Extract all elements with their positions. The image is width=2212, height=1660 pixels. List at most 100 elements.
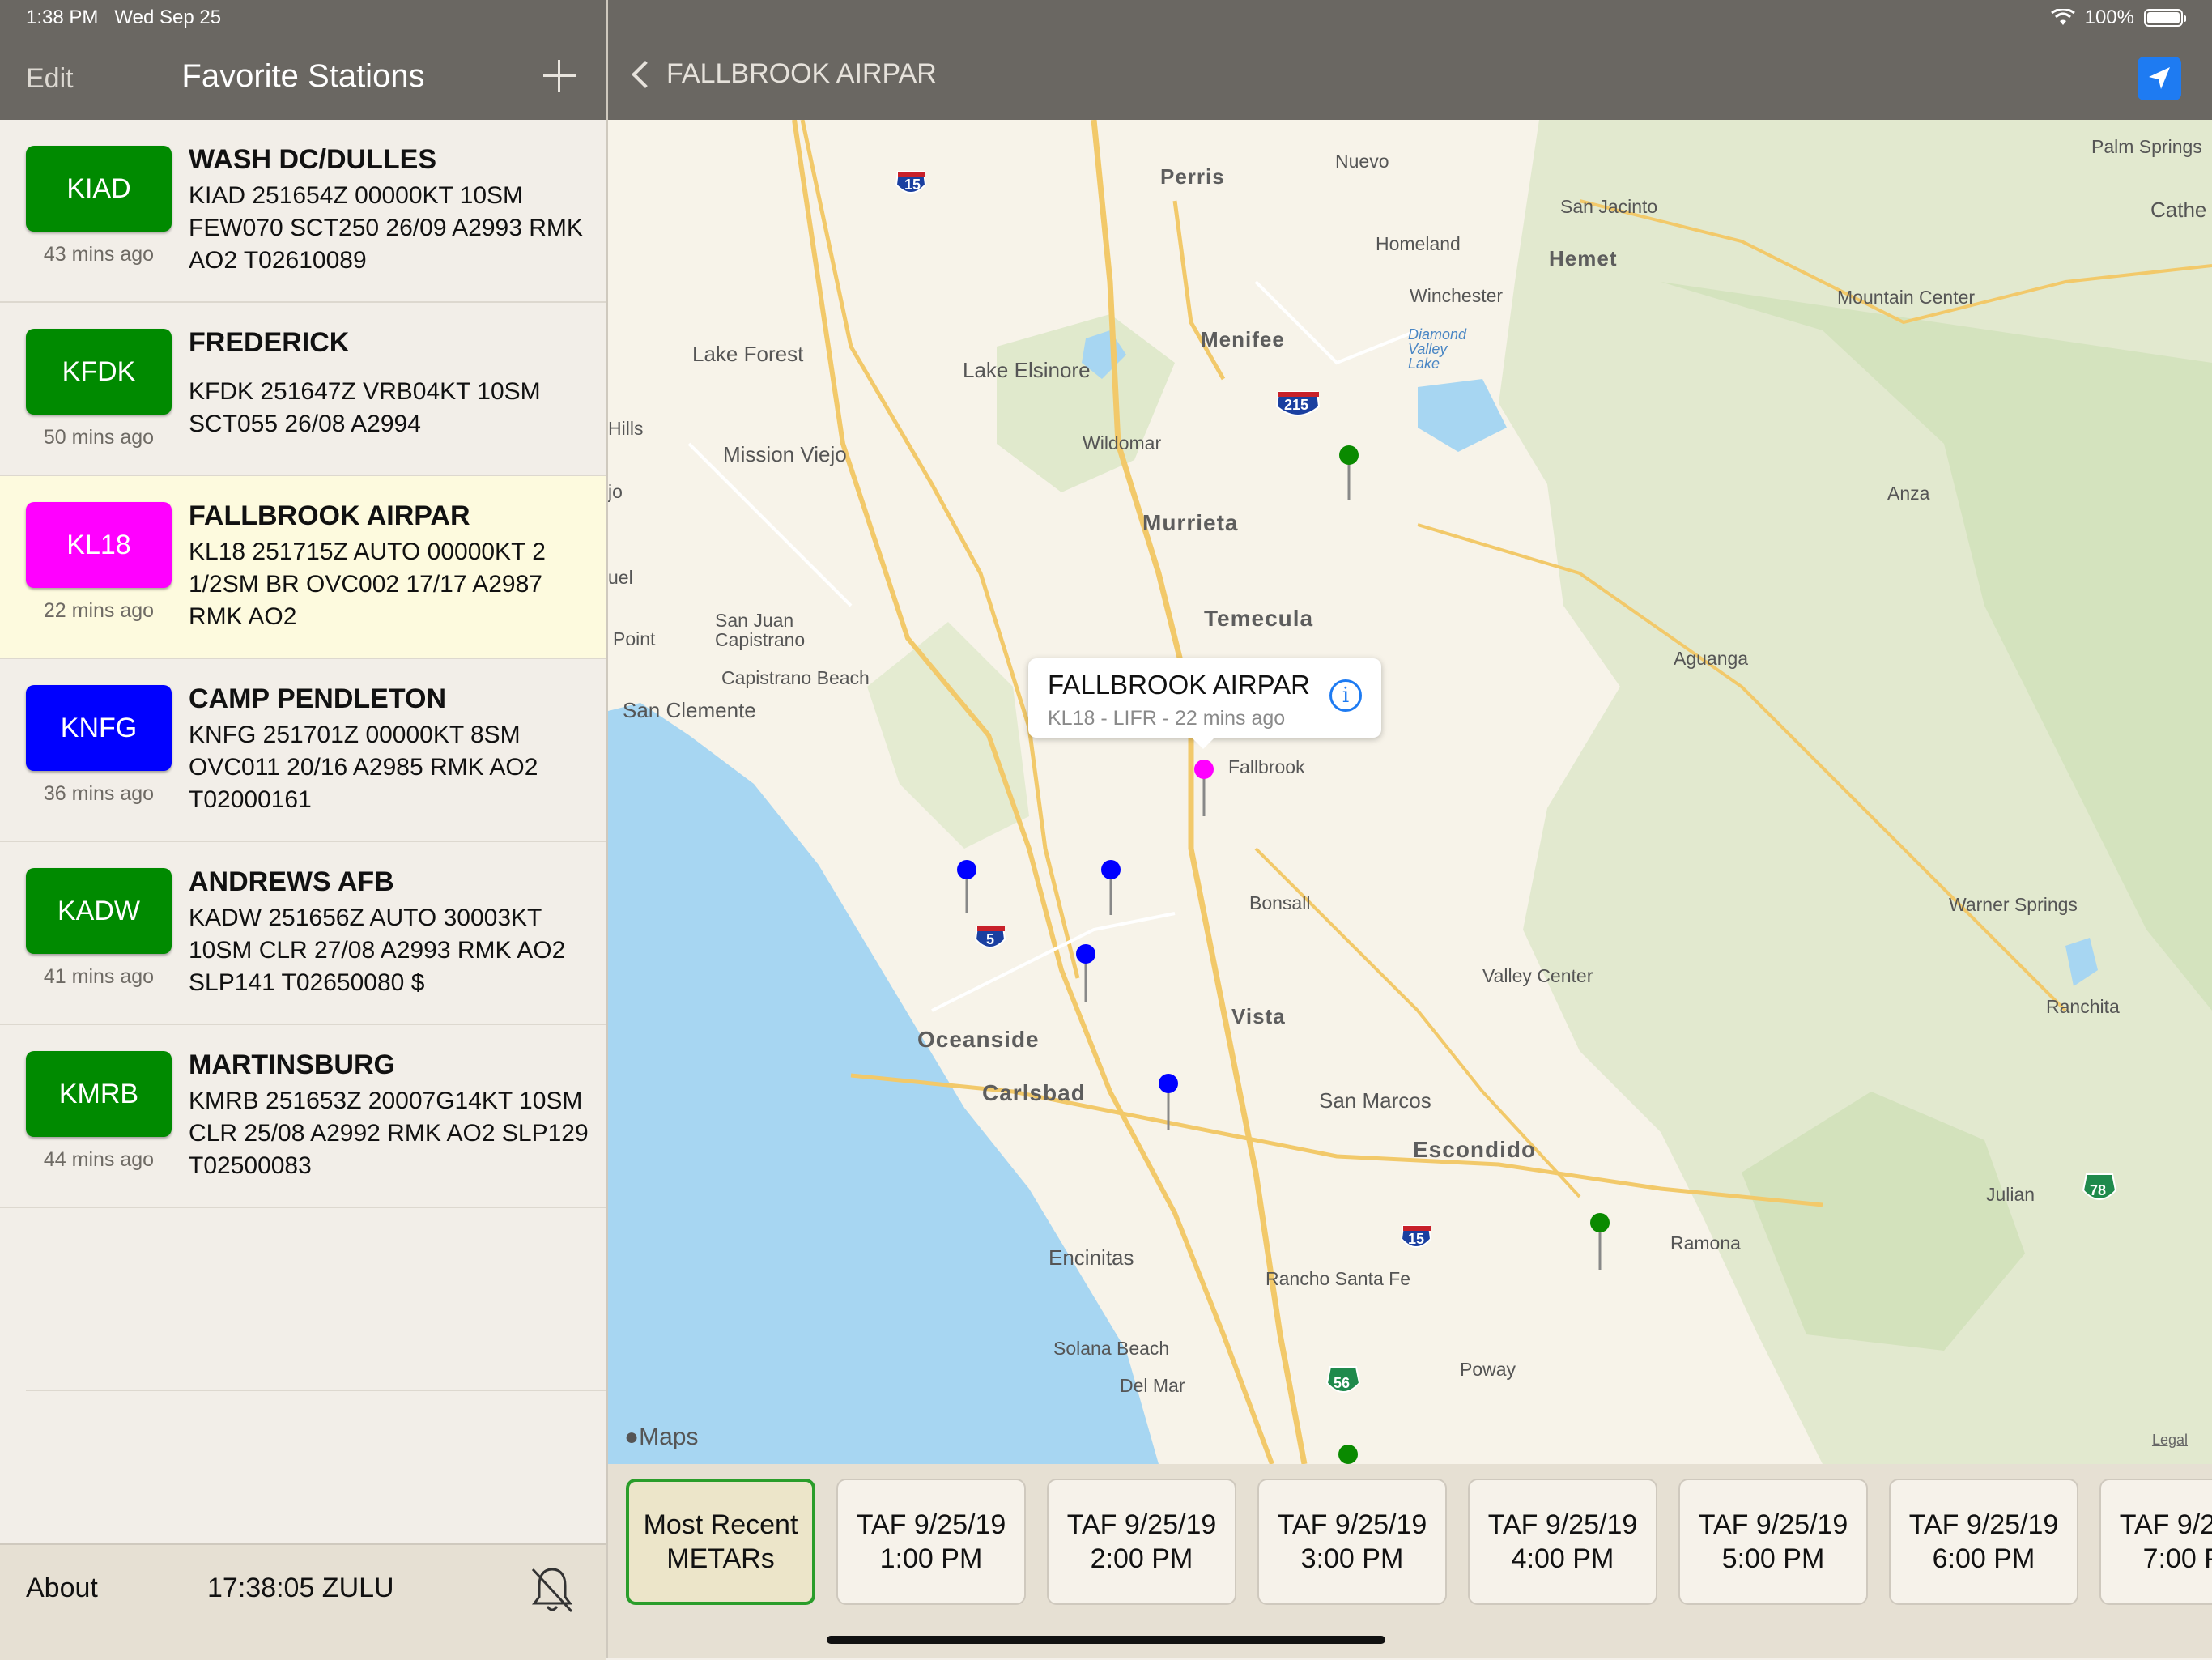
station-metar: KNFG 251701Z 00000KT 8SM OVC011 20/16 A2… — [189, 721, 538, 813]
map-label-fallbrook: Fallbrook — [1228, 756, 1305, 777]
plus-icon[interactable] — [543, 60, 576, 92]
most-recent-metars-button[interactable]: Most Recent METARs — [626, 1479, 815, 1605]
taf-button[interactable]: TAF 9/25/19 2:00 PM — [1047, 1479, 1236, 1605]
map-label-aguanga: Aguanga — [1674, 648, 1749, 669]
map-label-del-mar: Del Mar — [1120, 1375, 1185, 1396]
station-name: FALLBROOK AIRPAR — [189, 500, 470, 531]
map-pin-green-1[interactable] — [1339, 445, 1359, 500]
map-label-san-clemente: San Clemente — [623, 698, 756, 722]
map-pin-green-3[interactable] — [1338, 1445, 1358, 1464]
station-metar: KIAD 251654Z 00000KT 10SM FEW070 SCT250 … — [189, 182, 583, 274]
station-badge: KNFG — [26, 685, 172, 771]
map-label-lake-forest: Lake Forest — [692, 342, 804, 366]
station-metar: KADW 251656Z AUTO 30003KT 10SM CLR 27/08… — [189, 904, 566, 996]
r78-label: 78 — [2090, 1182, 2107, 1198]
chevron-left-icon — [632, 60, 659, 88]
map-pin-blue-3[interactable] — [1076, 944, 1095, 1002]
battery-percent: 100% — [2084, 6, 2134, 28]
map-label-rancho-santa-fe: Rancho Santa Fe — [1266, 1268, 1411, 1289]
legal-link[interactable]: Legal — [2152, 1432, 2188, 1449]
map-label-san-juan-capistrano: San Juan Capistrano — [715, 610, 806, 650]
map-label-mountain-center: Mountain Center — [1837, 287, 1976, 308]
bell-slash-icon[interactable] — [528, 1564, 576, 1616]
map-label-ranchita: Ranchita — [2046, 996, 2120, 1017]
status-bar: 1:38 PM Wed Sep 25 100% — [0, 0, 2212, 39]
station-row[interactable]: KNFG 36 mins ago CAMP PENDLETON KNFG 251701… — [0, 659, 606, 842]
callout-subtitle: KL18 - LIFR - 22 mins ago — [1048, 707, 1286, 730]
station-callout[interactable]: FALLBROOK AIRPAR KL18 - LIFR - 22 mins a… — [1028, 658, 1381, 749]
map-pin-kl18[interactable] — [1194, 760, 1214, 816]
map-label-anza: Anza — [1887, 483, 1930, 504]
map-view[interactable]: 15 215 5 15 78 56 Perris Nuevo Palm Spri… — [608, 120, 2212, 1464]
station-row[interactable]: KFDK 50 mins ago FREDERICK KFDK 251647Z VRB… — [0, 303, 606, 476]
station-age: 44 mins ago — [43, 1148, 155, 1171]
i15-north-label: 15 — [904, 177, 921, 193]
map-label-hemet: Hemet — [1549, 246, 1618, 270]
map-label-homeland: Homeland — [1376, 233, 1461, 254]
map-label-carlsbad: Carlsbad — [982, 1080, 1086, 1105]
taf-button[interactable]: TAF 9/25/19 3:00 PM — [1257, 1479, 1447, 1605]
map-label-wildomar: Wildomar — [1083, 432, 1162, 453]
station-badge: KL18 — [26, 502, 172, 588]
map-label-julian: Julian — [1986, 1184, 2035, 1205]
station-badge: KIAD — [26, 146, 172, 232]
battery-icon — [2144, 9, 2186, 27]
zulu-clock: 17:38:05 ZULU — [207, 1573, 394, 1603]
station-age: 43 mins ago — [43, 243, 155, 266]
map-label-point: Point — [613, 628, 656, 649]
map-label-uel: uel — [608, 567, 633, 588]
sidebar-footer: About 17:38:05 ZULU — [0, 1543, 606, 1660]
station-metar: KL18 251715Z AUTO 00000KT 2 1/2SM BR OVC… — [189, 538, 546, 630]
station-row[interactable]: KL18 22 mins ago FALLBROOK AIRPAR KL18 2517… — [0, 476, 606, 659]
station-badge: KADW — [26, 868, 172, 954]
map-label-ramona: Ramona — [1670, 1232, 1741, 1254]
i15-south-label: 15 — [1408, 1231, 1425, 1247]
map-label-menifee: Menifee — [1201, 327, 1285, 351]
station-age: 36 mins ago — [43, 782, 155, 805]
map-label-san-marcos: San Marcos — [1319, 1088, 1431, 1113]
i5-label: 5 — [986, 931, 995, 947]
station-name: WASH DC/DULLES — [189, 144, 436, 175]
station-age: 22 mins ago — [43, 599, 155, 622]
taf-button[interactable]: TAF 9/25/19 7:00 PM — [2099, 1479, 2212, 1605]
maps-attribution: ●Maps — [624, 1424, 699, 1450]
station-badge: KMRB — [26, 1051, 172, 1137]
station-row[interactable]: KIAD 43 mins ago WASH DC/DULLES KIAD 251654… — [0, 120, 606, 303]
map-label-bonsall: Bonsall — [1249, 892, 1311, 913]
map-label-murrieta: Murrieta — [1142, 510, 1239, 535]
map-label-capistrano-beach: Capistrano Beach — [721, 667, 870, 688]
taf-button[interactable]: TAF 9/25/19 1:00 PM — [836, 1479, 1026, 1605]
map-label-san-jacinto: San Jacinto — [1560, 196, 1658, 217]
taf-button[interactable]: TAF 9/25/19 5:00 PM — [1678, 1479, 1868, 1605]
station-badge: KFDK — [26, 329, 172, 415]
map-label-temecula: Temecula — [1204, 606, 1314, 631]
status-right: 100% — [2050, 6, 2186, 29]
back-button[interactable]: FALLBROOK AIRPAR — [629, 58, 937, 90]
map-label-encinitas: Encinitas — [1049, 1245, 1134, 1270]
map-label-lake-elsinore: Lake Elsinore — [963, 358, 1091, 382]
map-label-warner-springs: Warner Springs — [1949, 894, 2078, 915]
station-age: 50 mins ago — [43, 426, 155, 449]
list-separator — [26, 1390, 606, 1391]
info-icon[interactable]: i — [1329, 679, 1362, 712]
station-age: 41 mins ago — [43, 965, 155, 988]
map-pin-green-2[interactable] — [1590, 1213, 1610, 1270]
station-name: MARTINSBURG — [189, 1049, 395, 1080]
taf-button[interactable]: TAF 9/25/19 4:00 PM — [1468, 1479, 1657, 1605]
station-name: ANDREWS AFB — [189, 866, 394, 897]
station-row[interactable]: KMRB 44 mins ago MARTINSBURG KMRB 251653Z 2… — [0, 1025, 606, 1208]
map-label-jo: jo — [608, 481, 623, 502]
station-name: CAMP PENDLETON — [189, 683, 447, 714]
back-label: FALLBROOK AIRPAR — [666, 58, 937, 89]
station-row[interactable]: KADW 41 mins ago ANDREWS AFB KADW 251656Z A… — [0, 842, 606, 1025]
map-label-nuevo: Nuevo — [1335, 151, 1389, 172]
map-pin-blue-2[interactable] — [1101, 860, 1121, 915]
map-pin-blue-1[interactable] — [957, 860, 976, 913]
taf-button[interactable]: TAF 9/25/19 6:00 PM — [1889, 1479, 2078, 1605]
map-label-escondido: Escondido — [1413, 1137, 1537, 1162]
map-label-poway: Poway — [1460, 1359, 1516, 1380]
map-label-hills: Hills — [608, 418, 644, 439]
map-label-oceanside: Oceanside — [917, 1027, 1040, 1052]
location-arrow-icon[interactable] — [2138, 57, 2181, 100]
about-button[interactable]: About — [26, 1573, 98, 1604]
